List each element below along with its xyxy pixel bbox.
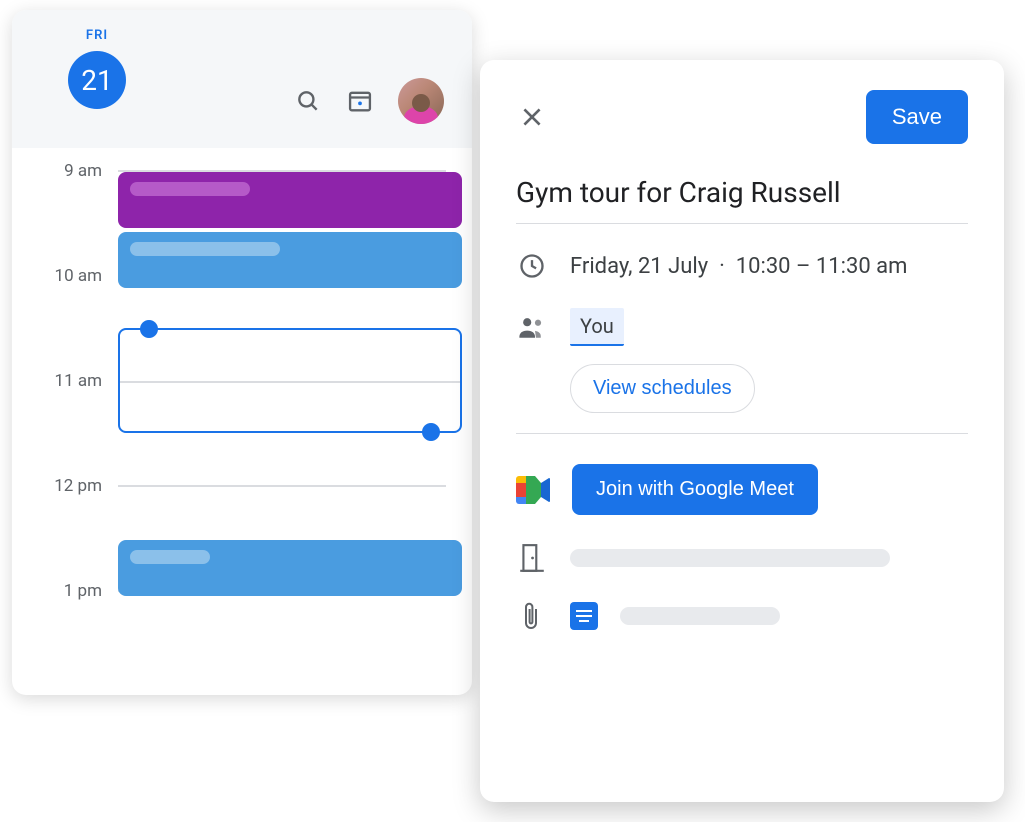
people-icon (516, 315, 548, 339)
guests-row[interactable]: You (516, 308, 968, 346)
room-icon (516, 543, 548, 573)
guest-chip-self[interactable]: You (570, 308, 624, 346)
save-button[interactable]: Save (866, 90, 968, 144)
hour-label: 11 am (12, 371, 102, 391)
calendar-header: FRI 21 (12, 10, 472, 148)
hour-line (118, 485, 446, 487)
calendar-event[interactable] (118, 540, 462, 596)
search-icon[interactable] (294, 87, 322, 115)
location-row[interactable] (516, 543, 968, 573)
half-hour-line (120, 381, 460, 383)
clock-icon (516, 252, 548, 280)
close-icon[interactable] (516, 101, 548, 133)
calendar-event[interactable] (118, 172, 462, 228)
resize-handle-top[interactable] (140, 320, 158, 338)
resize-handle-bottom[interactable] (422, 423, 440, 441)
day-number: 21 (68, 51, 126, 109)
attachment-row[interactable] (516, 601, 968, 631)
calendar-event[interactable] (118, 232, 462, 288)
new-event-slot[interactable] (118, 328, 462, 433)
event-datetime: Friday, 21 July · 10:30 – 11:30 am (570, 254, 907, 279)
google-meet-icon (516, 476, 550, 504)
account-avatar[interactable] (398, 78, 444, 124)
hour-label: 1 pm (12, 581, 102, 601)
time-grid[interactable]: 9 am 10 am 11 am 12 pm 1 pm (12, 148, 472, 688)
today-icon[interactable] (346, 87, 374, 115)
attachment-placeholder (620, 607, 780, 625)
day-of-week: FRI (86, 28, 108, 43)
datetime-row[interactable]: Friday, 21 July · 10:30 – 11:30 am (516, 252, 968, 280)
header-actions (294, 78, 444, 124)
view-schedules-button[interactable]: View schedules (570, 364, 755, 413)
event-editor: Save Gym tour for Craig Russell Friday, … (480, 60, 1004, 802)
event-title-input[interactable]: Gym tour for Craig Russell (516, 176, 968, 224)
divider (516, 433, 968, 434)
calendar-day-view: FRI 21 9 am 10 am 11 am 12 pm (12, 10, 472, 695)
google-doc-icon[interactable] (570, 602, 598, 630)
day-indicator[interactable]: FRI 21 (68, 28, 126, 109)
location-placeholder (570, 549, 890, 567)
join-meet-button[interactable]: Join with Google Meet (572, 464, 818, 515)
hour-label: 9 am (12, 161, 102, 181)
hour-label: 12 pm (12, 476, 102, 496)
hour-label: 10 am (12, 266, 102, 286)
meet-row: Join with Google Meet (516, 464, 968, 515)
attachment-icon (516, 601, 548, 631)
